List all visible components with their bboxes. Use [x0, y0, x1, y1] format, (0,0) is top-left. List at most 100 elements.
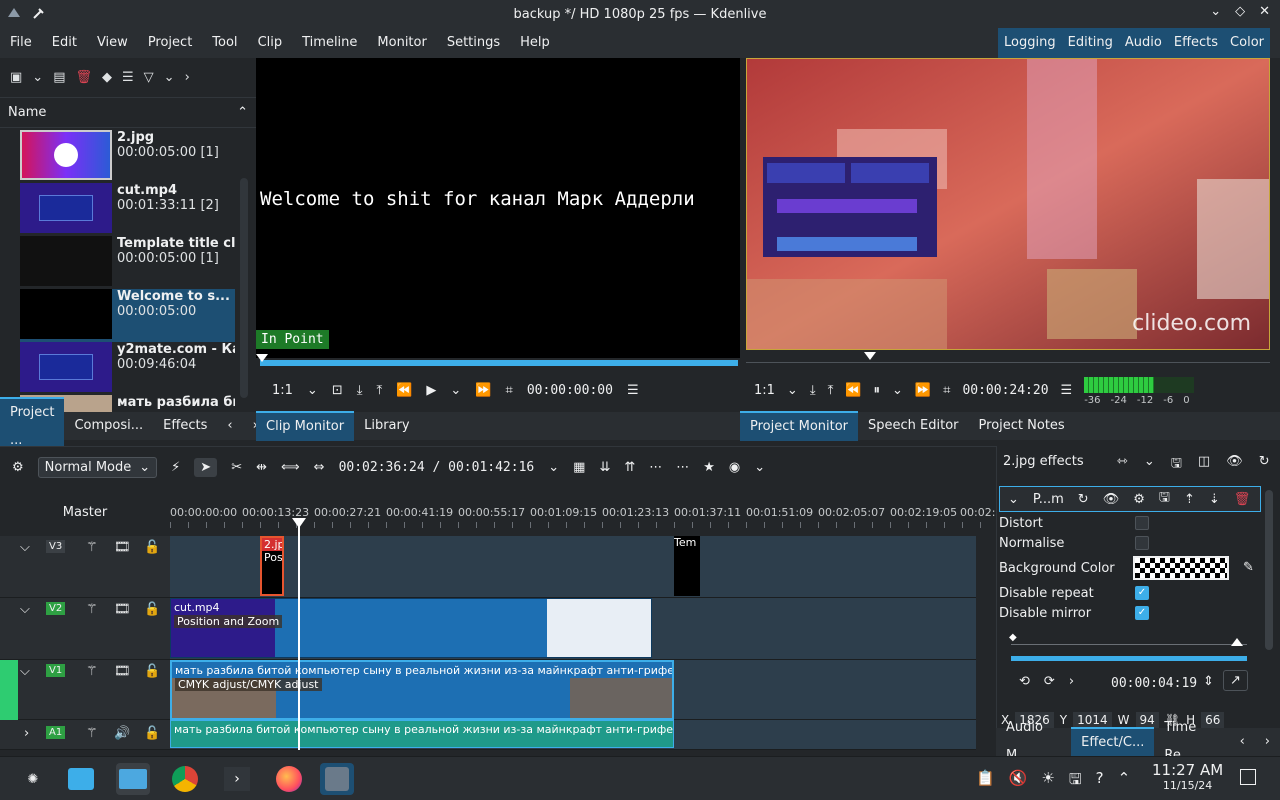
- bin-clip-selected[interactable]: Welcome to s... 00:00:05:00: [20, 289, 235, 342]
- bin-scrollbar[interactable]: [240, 178, 248, 398]
- speaker-icon[interactable]: 🔊: [114, 726, 130, 741]
- film-icon[interactable]: 🎞: [114, 540, 131, 555]
- set-in-icon[interactable]: ⤓: [357, 383, 363, 398]
- move-down-icon[interactable]: ⇣: [1209, 492, 1220, 507]
- collapse-chevron-icon[interactable]: ⌵: [20, 540, 30, 555]
- tab-speech-editor[interactable]: Speech Editor: [858, 412, 969, 440]
- add-clip-icon[interactable]: ▣: [10, 70, 22, 85]
- favorite-star-icon[interactable]: ★: [703, 460, 715, 475]
- master-header[interactable]: Master: [0, 488, 170, 536]
- chevron-down-icon[interactable]: ⌄: [1144, 454, 1155, 476]
- menu-edit[interactable]: Edit: [42, 28, 87, 58]
- forward-icon[interactable]: ⏩: [475, 383, 491, 398]
- tag-icon[interactable]: ◆: [102, 70, 112, 85]
- clip-monitor-view[interactable]: Welcome to shit for канал Марк Аддерли I…: [256, 58, 740, 408]
- folder-icon[interactable]: ▤: [53, 70, 65, 85]
- track-lane-v2[interactable]: cut.mp4 Position and Zoom: [170, 598, 976, 660]
- insert-icon[interactable]: ⇊: [599, 460, 610, 475]
- chevron-down-icon[interactable]: ⌄: [787, 383, 798, 398]
- pin-icon[interactable]: [32, 5, 46, 21]
- chevron-down-icon[interactable]: ⌄: [450, 383, 461, 398]
- tab-project-notes[interactable]: Project Notes: [969, 412, 1075, 440]
- save-icon[interactable]: 🖫: [1171, 454, 1182, 476]
- menu-timeline[interactable]: Timeline: [292, 28, 367, 58]
- timeline-clip-v1[interactable]: мать разбила битой компьютер сыну в реал…: [170, 660, 674, 720]
- menu-view[interactable]: View: [87, 28, 138, 58]
- effects-wand-icon[interactable]: ⚚: [86, 602, 98, 617]
- effects-wand-icon[interactable]: ⚚: [86, 726, 98, 741]
- menu-help[interactable]: Help: [510, 28, 560, 58]
- overwrite-icon[interactable]: ▦: [573, 460, 585, 475]
- chevron-down-icon[interactable]: ⌄: [548, 460, 559, 475]
- chevron-right-icon[interactable]: ›: [1255, 728, 1280, 756]
- layout-logging[interactable]: Logging: [998, 28, 1062, 58]
- menu-file[interactable]: File: [0, 28, 42, 58]
- eye-icon[interactable]: 👁: [1226, 454, 1243, 476]
- storage-icon[interactable]: 🖫: [1069, 769, 1082, 794]
- reset-icon[interactable]: ↻: [1259, 454, 1270, 476]
- timeline-clip-cut-mp4[interactable]: cut.mp4 Position and Zoom: [170, 598, 652, 658]
- help-icon[interactable]: ?: [1096, 769, 1104, 794]
- keyframe-ruler[interactable]: [1011, 644, 1247, 645]
- set-in-icon[interactable]: ⤓: [810, 383, 816, 398]
- ripple-tool-icon[interactable]: ⟺: [281, 460, 300, 475]
- delete-icon[interactable]: 🗑: [1234, 492, 1251, 507]
- bin-clip[interactable]: cut.mp4 00:01:33:11 [2]: [20, 183, 235, 236]
- timeline-audio-clip[interactable]: мать разбила битой компьютер сыну в реал…: [170, 720, 674, 748]
- bin-clip[interactable]: y2mate.com - Как00:09:46:04: [20, 342, 235, 395]
- rewind-icon[interactable]: ⏪: [845, 383, 861, 398]
- terminal-icon[interactable]: ›: [220, 763, 254, 795]
- playhead[interactable]: [298, 518, 300, 750]
- chevron-left-icon[interactable]: ‹: [1230, 728, 1255, 756]
- track-lane-v1[interactable]: мать разбила битой компьютер сыну в реал…: [170, 660, 976, 720]
- compare-icon[interactable]: ⇿: [1117, 454, 1128, 476]
- eye-icon[interactable]: 👁: [1103, 492, 1120, 507]
- chevron-down-icon[interactable]: ⌄: [32, 70, 43, 85]
- chevron-right-icon[interactable]: ›: [185, 70, 190, 85]
- menu-monitor[interactable]: Monitor: [367, 28, 436, 58]
- tab-effects[interactable]: Effects: [153, 412, 217, 440]
- firefox-icon[interactable]: [272, 763, 306, 795]
- lock-icon[interactable]: 🔓: [144, 726, 160, 741]
- keyframe-cursor[interactable]: [1231, 638, 1243, 646]
- track-header-v2[interactable]: ⌵ V2 ⚚ 🎞 🔓: [0, 598, 170, 660]
- zoom-select[interactable]: 1:1: [754, 383, 775, 398]
- chevron-down-icon[interactable]: ⌄: [307, 383, 318, 398]
- move-up-icon[interactable]: ⇡: [1184, 492, 1195, 507]
- app-launcher-icon[interactable]: ✺: [16, 763, 50, 795]
- track-header-v3[interactable]: ⌵ V3 ⚚ 🎞 🔓: [0, 536, 170, 598]
- bin-column-header[interactable]: Name ⌃: [0, 98, 256, 128]
- normalise-checkbox[interactable]: [1135, 536, 1149, 550]
- pause-icon[interactable]: ⏸: [874, 383, 881, 398]
- layout-audio[interactable]: Audio: [1119, 28, 1168, 58]
- show-desktop-icon[interactable]: [1240, 769, 1256, 785]
- menu-icon[interactable]: ☰: [122, 70, 134, 85]
- sort-chevron-icon[interactable]: ⌃: [237, 105, 248, 120]
- split-icon[interactable]: ⋯: [676, 460, 689, 475]
- kdenlive-task-icon[interactable]: [320, 763, 354, 795]
- keyframe-progress[interactable]: [1011, 656, 1247, 661]
- edit-mode-select[interactable]: Normal Mode ⌄: [37, 457, 158, 478]
- volume-muted-icon[interactable]: 🔇: [1009, 769, 1028, 794]
- delete-icon[interactable]: 🗑: [76, 70, 93, 85]
- timeline-clip-2jpg[interactable]: 2.jpg Posi: [260, 536, 284, 596]
- spin-arrows-icon[interactable]: ⇕: [1203, 674, 1214, 689]
- remove-keyframe-icon[interactable]: ⟳: [1044, 674, 1055, 689]
- menu-tool[interactable]: Tool: [202, 28, 247, 58]
- timeline-vscroll[interactable]: [976, 536, 996, 750]
- bin-clip[interactable]: 2.jpg 00:00:05:00 [1]: [20, 130, 235, 183]
- chrome-icon[interactable]: [168, 763, 202, 795]
- clip-timecode[interactable]: 00:00:00:00: [527, 383, 613, 398]
- forward-icon[interactable]: ⏩: [915, 383, 931, 398]
- zoom-select[interactable]: 1:1: [272, 383, 293, 398]
- lock-icon[interactable]: 🔓: [144, 602, 160, 617]
- split-view-icon[interactable]: ◫: [1198, 454, 1210, 476]
- lift-icon[interactable]: ⇈: [624, 460, 635, 475]
- collapse-chevron-icon[interactable]: ⌄: [1008, 492, 1019, 507]
- timeline-timecode[interactable]: 00:02:36:24 / 00:01:42:16: [339, 460, 535, 475]
- settings-icon[interactable]: ⚙: [1133, 492, 1145, 507]
- bin-clip[interactable]: Template title clip00:00:05:00 [1]: [20, 236, 235, 289]
- tab-library[interactable]: Library: [354, 412, 419, 440]
- project-timecode[interactable]: 00:00:24:20: [962, 383, 1048, 398]
- layout-effects[interactable]: Effects: [1168, 28, 1224, 58]
